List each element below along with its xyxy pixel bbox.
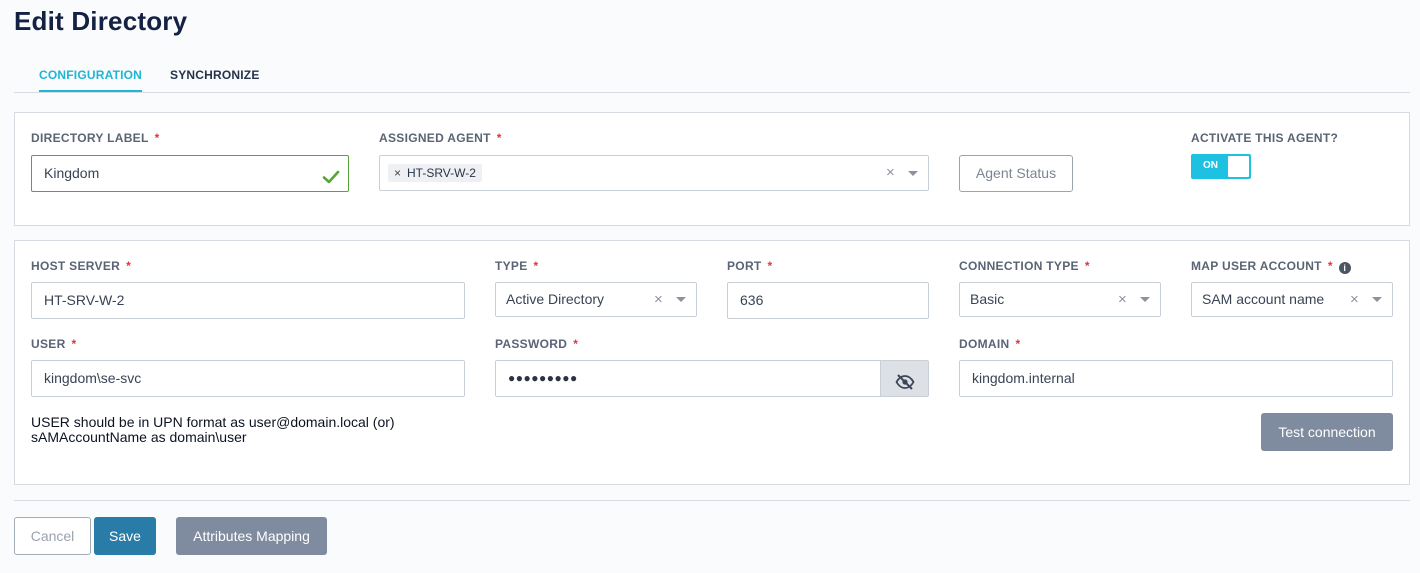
eye-slash-icon (895, 370, 915, 396)
connection-type-label: CONNECTION TYPE * (959, 259, 1090, 273)
chevron-down-icon[interactable] (1372, 297, 1382, 302)
map-user-account-value: SAM account name (1202, 291, 1325, 307)
agent-chip: × HT-SRV-W-2 (388, 164, 482, 182)
type-select[interactable]: Active Directory × (495, 282, 697, 317)
password-input[interactable]: ●●●●●●●●● (495, 360, 929, 397)
chevron-down-icon[interactable] (908, 171, 918, 176)
clear-icon[interactable]: × (1350, 283, 1359, 316)
tab-bar: CONFIGURATION SYNCHRONIZE (14, 60, 1410, 93)
password-label: PASSWORD * (495, 337, 579, 351)
page-title: Edit Directory (14, 6, 188, 36)
toggle-knob (1228, 156, 1249, 177)
agent-card: DIRECTORY LABEL * Kingdom ASSIGNED AGENT *… (14, 112, 1410, 226)
chip-remove-icon[interactable]: × (394, 166, 401, 180)
chevron-down-icon[interactable] (676, 297, 686, 302)
type-label: TYPE * (495, 259, 539, 273)
directory-label-input[interactable]: Kingdom (31, 155, 349, 192)
footer-divider (14, 500, 1410, 501)
user-input[interactable]: kingdom\se-svc (31, 360, 465, 397)
attributes-mapping-button[interactable]: Attributes Mapping (176, 517, 327, 555)
map-user-account-select[interactable]: SAM account name × (1191, 282, 1393, 317)
connection-type-value: Basic (970, 291, 1005, 307)
clear-icon[interactable]: × (886, 156, 895, 190)
map-user-account-label: MAP USER ACCOUNT * i (1191, 259, 1351, 274)
host-server-input[interactable]: HT-SRV-W-2 (31, 282, 465, 319)
tab-synchronize[interactable]: SYNCHRONIZE (170, 68, 260, 90)
directory-label-label: DIRECTORY LABEL * (31, 131, 160, 145)
activate-agent-toggle[interactable]: ON (1191, 154, 1251, 179)
save-button[interactable]: Save (94, 517, 156, 555)
assigned-agent-select[interactable]: × HT-SRV-W-2 × (379, 155, 929, 191)
checkmark-icon (322, 164, 340, 191)
port-input[interactable]: 636 (727, 282, 929, 319)
cancel-button[interactable]: Cancel (14, 517, 91, 555)
toggle-password-visibility-button[interactable] (880, 361, 928, 396)
clear-icon[interactable]: × (1118, 283, 1127, 316)
info-icon[interactable]: i (1338, 262, 1351, 274)
clear-icon[interactable]: × (654, 283, 663, 316)
connection-card: HOST SERVER * HT-SRV-W-2 TYPE * Active Dir… (14, 240, 1410, 485)
domain-label: DOMAIN * (959, 337, 1021, 351)
activate-agent-label: ACTIVATE THIS AGENT? (1191, 131, 1339, 145)
domain-input[interactable]: kingdom.internal (959, 360, 1393, 397)
chevron-down-icon[interactable] (1140, 297, 1150, 302)
user-format-hint: USER should be in UPN format as user@dom… (31, 414, 395, 445)
port-label: PORT * (727, 259, 773, 273)
agent-status-button[interactable]: Agent Status (959, 155, 1073, 192)
host-server-label: HOST SERVER * (31, 259, 132, 273)
user-label: USER * (31, 337, 77, 351)
connection-type-select[interactable]: Basic × (959, 282, 1161, 317)
password-value: ●●●●●●●●● (508, 371, 578, 385)
test-connection-button[interactable]: Test connection (1261, 413, 1393, 451)
type-value: Active Directory (506, 291, 605, 307)
directory-label-value: Kingdom (44, 165, 100, 181)
assigned-agent-label: ASSIGNED AGENT * (379, 131, 502, 145)
tab-configuration[interactable]: CONFIGURATION (39, 68, 143, 92)
